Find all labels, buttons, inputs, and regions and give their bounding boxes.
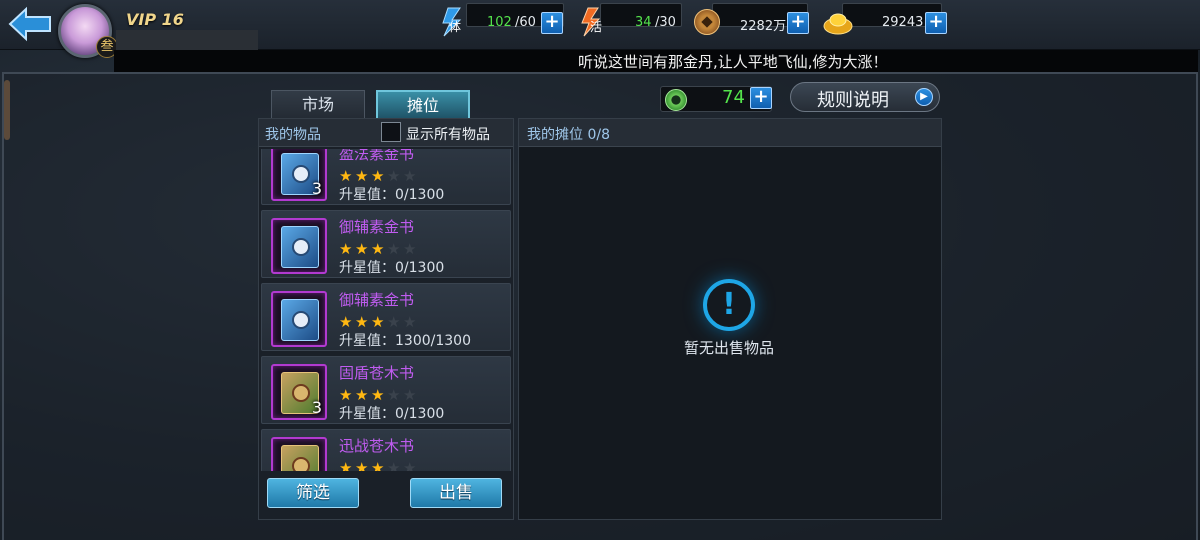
list-item[interactable]: 3 盈法素金书 ★ ★ ★ ★ ★ 升星值：0/1300	[261, 149, 511, 205]
add-jade-button[interactable]: +	[750, 87, 772, 109]
star-icon: ★	[355, 240, 369, 258]
play-arrow-icon: ▶	[915, 88, 933, 106]
tab-stall[interactable]: 摊位	[376, 90, 470, 120]
coin-icon	[694, 9, 720, 35]
item-name: 固盾苍木书	[339, 364, 415, 382]
stall-panel: 我的摊位 0/8 ! 暂无出售物品	[518, 118, 942, 520]
add-gold-button[interactable]: +	[925, 12, 947, 34]
energy-value: 34	[635, 15, 652, 30]
star-icon: ★	[371, 459, 385, 471]
star-icon: ★	[355, 386, 369, 404]
item-name: 御辅素金书	[339, 291, 415, 309]
star-icon: ★	[339, 240, 353, 258]
stamina-max: /60	[515, 15, 536, 30]
item-star-value: 升星值：0/1300	[339, 406, 445, 422]
filter-button[interactable]: 筛选	[267, 478, 359, 508]
inventory-title: 我的物品	[265, 127, 321, 143]
star-icon: ★	[371, 167, 385, 185]
star-icon: ★	[355, 459, 369, 471]
inventory-header: 我的物品 显示所有物品	[259, 119, 513, 147]
item-icon-frame	[271, 218, 327, 274]
jade-icon	[665, 89, 687, 111]
star-icon: ★	[403, 167, 417, 185]
item-star-value: 升星值：0/1300	[339, 260, 445, 276]
star-icon: ★	[355, 313, 369, 331]
item-count: 3	[311, 179, 322, 198]
star-icon: ★	[339, 313, 353, 331]
rules-label: 规则说明	[817, 90, 889, 111]
announcement-text: 听说这世间有那金丹,让人平地飞仙,修为大涨！	[578, 53, 888, 71]
exclamation-icon: !	[703, 279, 755, 331]
star-icon: ★	[387, 386, 401, 404]
stamina-value: 102	[487, 15, 512, 30]
item-icon-frame: 3	[271, 149, 327, 201]
empty-text: 暂无出售物品	[683, 339, 774, 357]
book-icon	[281, 445, 319, 471]
item-icon-frame	[271, 437, 327, 471]
vip-level: VIP 16	[126, 10, 184, 29]
show-all-label: 显示所有物品	[406, 127, 490, 143]
star-icon: ★	[403, 386, 417, 404]
sell-button[interactable]: 出售	[410, 478, 502, 508]
star-icon: ★	[339, 459, 353, 471]
star-icon: ★	[403, 459, 417, 471]
add-coins-button[interactable]: +	[787, 12, 809, 34]
star-rating: ★ ★ ★ ★ ★	[339, 458, 419, 471]
stamina-icon-label: 体	[449, 20, 462, 34]
gold-value: 29243	[882, 15, 924, 30]
top-bar: 叁 VIP 16 体 102 /60 + 活 34 /30 2282万 + 29…	[0, 0, 1200, 72]
item-icon-frame: 3	[271, 364, 327, 420]
star-rating: ★ ★ ★ ★ ★	[339, 385, 419, 404]
jade-value: 74	[722, 87, 745, 108]
item-star-value: 升星值：1300/1300	[339, 333, 471, 349]
list-item[interactable]: 迅战苍木书 ★ ★ ★ ★ ★	[261, 429, 511, 471]
stall-header: 我的摊位 0/8	[519, 119, 941, 147]
star-icon: ★	[371, 313, 385, 331]
inventory-list[interactable]: 3 盈法素金书 ★ ★ ★ ★ ★ 升星值：0/1300 御辅素金书 ★ ★ ★ ★ ★ 升星值…	[261, 149, 513, 471]
show-all-checkbox[interactable]	[381, 122, 401, 142]
item-name: 迅战苍木书	[339, 437, 415, 455]
energy-max: /30	[655, 15, 676, 30]
star-icon: ★	[387, 167, 401, 185]
star-icon: ★	[371, 240, 385, 258]
energy-icon-label: 活	[590, 20, 603, 34]
star-icon: ★	[387, 313, 401, 331]
list-item[interactable]: 御辅素金书 ★ ★ ★ ★ ★ 升星值：1300/1300	[261, 283, 511, 351]
star-icon: ★	[403, 240, 417, 258]
stall-title: 我的摊位 0/8	[527, 127, 610, 143]
list-item[interactable]: 3 固盾苍木书 ★ ★ ★ ★ ★ 升星值：0/1300	[261, 356, 511, 424]
item-count: 3	[311, 398, 322, 417]
rules-button[interactable]: 规则说明 ▶	[790, 82, 940, 112]
empty-state: ! 暂无出售物品	[669, 279, 789, 358]
item-name: 盈法素金书	[339, 149, 415, 163]
star-rating: ★ ★ ★ ★ ★	[339, 239, 419, 258]
side-decoration	[4, 80, 10, 140]
back-arrow-icon	[8, 6, 51, 42]
star-rating: ★ ★ ★ ★ ★	[339, 166, 419, 185]
item-icon-frame	[271, 291, 327, 347]
star-icon: ★	[355, 167, 369, 185]
back-button[interactable]	[6, 6, 54, 42]
star-icon: ★	[403, 313, 417, 331]
item-star-value: 升星值：0/1300	[339, 187, 445, 203]
gold-ingot-icon	[823, 13, 853, 35]
tab-market[interactable]: 市场	[271, 90, 365, 120]
book-icon	[281, 226, 319, 268]
star-icon: ★	[387, 240, 401, 258]
list-item[interactable]: 御辅素金书 ★ ★ ★ ★ ★ 升星值：0/1300	[261, 210, 511, 278]
star-icon: ★	[371, 386, 385, 404]
announcement-bar: 听说这世间有那金丹,让人平地飞仙,修为大涨！	[114, 50, 1198, 72]
book-icon	[281, 299, 319, 341]
item-name: 御辅素金书	[339, 218, 415, 236]
add-stamina-button[interactable]: +	[541, 12, 563, 34]
inventory-panel: 我的物品 显示所有物品 3 盈法素金书 ★ ★ ★ ★ ★ 升星值：0/1300 御辅素…	[258, 118, 514, 520]
star-icon: ★	[387, 459, 401, 471]
coins-value: 2282万	[740, 19, 787, 34]
star-rating: ★ ★ ★ ★ ★	[339, 312, 419, 331]
star-icon: ★	[339, 167, 353, 185]
star-icon: ★	[339, 386, 353, 404]
